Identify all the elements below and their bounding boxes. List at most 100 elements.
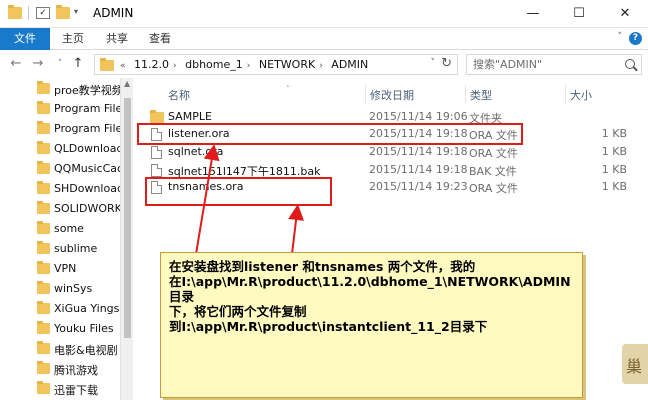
title-bar: ✓ ▾ ADMIN — ☐ ✕ xyxy=(0,0,648,28)
tab-share[interactable]: 共享 xyxy=(94,28,140,50)
folder-icon xyxy=(37,121,50,134)
sidebar-item-label: proe教学视频 xyxy=(54,84,120,97)
folder-icon xyxy=(100,58,114,71)
ribbon-tabs: 文件 主页 共享 查看 ˅ ? xyxy=(0,28,648,50)
file-name: sqlnet.ora xyxy=(168,145,224,158)
window-title: ADMIN xyxy=(93,6,134,20)
sidebar-item[interactable]: QLDownload xyxy=(0,138,120,158)
column-header-type[interactable]: 类型 xyxy=(466,85,566,103)
folder-icon xyxy=(37,221,50,234)
chevron-right-icon[interactable]: › xyxy=(319,61,323,71)
tab-home[interactable]: 主页 xyxy=(50,28,96,50)
sidebar-item[interactable]: QQMusicCache xyxy=(0,158,120,178)
file-row-sqlnet[interactable]: sqlnet.ora 2015/11/14 19:18 ORA 文件 1 KB xyxy=(134,143,648,161)
sidebar-item-label: winSys xyxy=(54,282,93,295)
column-header-name[interactable]: ˄ 名称 xyxy=(164,85,366,103)
chevron-down-icon[interactable]: ˅ xyxy=(431,58,436,68)
file-type: ORA 文件 xyxy=(469,147,518,160)
chevron-right-icon[interactable]: › xyxy=(173,61,177,71)
file-type: ORA 文件 xyxy=(469,182,518,195)
divider xyxy=(28,6,29,20)
sidebar-item-label: VPN xyxy=(54,262,77,275)
tab-view[interactable]: 查看 xyxy=(137,28,183,50)
address-bar[interactable]: « 11.2.0 › dbhome_1 › NETWORK › ADMIN ˅ ↻ xyxy=(94,54,458,75)
sidebar-item-label: Youku Files xyxy=(54,322,114,335)
sidebar-item[interactable]: some xyxy=(0,218,120,238)
note-line: 到I:\app\Mr.R\product\instantclient_11_2目… xyxy=(169,319,488,334)
overflow-chevron-icon[interactable]: « xyxy=(120,61,126,71)
sidebar-item-label: SHDownload xyxy=(54,182,120,195)
column-header-size[interactable]: 大小 xyxy=(566,85,648,103)
folder-icon xyxy=(37,141,50,154)
folder-icon xyxy=(37,341,50,354)
sidebar-item-label: QQMusicCache xyxy=(54,162,120,175)
scroll-up-icon[interactable]: ▲ xyxy=(124,79,130,88)
column-header-date[interactable]: 修改日期 xyxy=(366,85,466,103)
sidebar-item[interactable]: proe教学视频 xyxy=(0,78,120,98)
chevron-right-icon[interactable]: › xyxy=(247,61,251,71)
folder-icon xyxy=(37,381,50,394)
up-button[interactable]: ↑ xyxy=(70,55,86,73)
folder-icon xyxy=(37,161,50,174)
breadcrumb-item[interactable]: NETWORK xyxy=(259,58,315,71)
search-box[interactable] xyxy=(466,54,642,75)
sidebar-item[interactable]: XiGua Yingshi xyxy=(0,298,120,318)
sidebar-item[interactable]: SHDownload xyxy=(0,178,120,198)
breadcrumb-item[interactable]: dbhome_1 xyxy=(185,58,243,71)
note-line: 在I:\app\Mr.R\product\11.2.0\dbhome_1\NET… xyxy=(169,274,571,304)
breadcrumb-item[interactable]: 11.2.0 xyxy=(134,58,169,71)
sidebar-item[interactable]: Program Files xyxy=(0,98,120,118)
folder-icon xyxy=(37,281,50,294)
folder-icon xyxy=(8,5,22,19)
sidebar-item[interactable]: Youku Files xyxy=(0,318,120,338)
recent-locations-button[interactable]: ˅ xyxy=(52,55,68,73)
maximize-button[interactable]: ☐ xyxy=(556,0,602,28)
new-folder-icon[interactable] xyxy=(56,5,70,19)
help-icon[interactable]: ? xyxy=(629,32,642,45)
search-input[interactable] xyxy=(473,58,613,71)
column-header-label: 名称 xyxy=(168,89,190,102)
highlight-box-listener xyxy=(137,123,523,145)
sidebar-item-label: XiGua Yingshi xyxy=(54,302,120,315)
forward-button[interactable]: → xyxy=(30,55,46,73)
sidebar-scrollbar[interactable]: ▲ xyxy=(120,78,133,400)
sidebar-item-label: 腾讯游戏 xyxy=(54,364,98,377)
search-icon[interactable] xyxy=(625,59,635,69)
sidebar-item-label: sublime xyxy=(54,242,98,255)
sidebar-item[interactable]: 腾讯游戏 xyxy=(0,358,120,378)
column-header-label: 类型 xyxy=(470,89,492,102)
tab-file[interactable]: 文件 xyxy=(0,28,50,50)
close-button[interactable]: ✕ xyxy=(602,0,648,28)
breadcrumb-item[interactable]: ADMIN xyxy=(331,58,368,71)
file-type: BAK 文件 xyxy=(469,165,517,178)
file-date: 2015/11/14 19:18 xyxy=(369,145,468,158)
sort-ascending-icon: ˄ xyxy=(286,85,290,93)
refresh-icon[interactable]: ↻ xyxy=(441,56,452,71)
file-size: 1 KB xyxy=(601,145,627,158)
file-size: 1 KB xyxy=(601,180,627,193)
scrollbar-thumb[interactable] xyxy=(124,98,131,338)
sidebar-item[interactable]: Program Files xyxy=(0,118,120,138)
properties-icon[interactable]: ✓ xyxy=(36,7,50,19)
folder-icon xyxy=(37,321,50,334)
chevron-down-icon[interactable]: ˅ xyxy=(618,32,623,42)
folder-icon xyxy=(150,110,164,123)
sidebar-item[interactable]: 电影&电视剧 xyxy=(0,338,120,358)
folder-icon xyxy=(37,301,50,314)
minimize-button[interactable]: — xyxy=(510,0,556,28)
breadcrumb: « 11.2.0 › dbhome_1 › NETWORK › ADMIN xyxy=(120,58,372,71)
quick-access-dropdown-icon[interactable]: ▾ xyxy=(74,7,78,16)
sidebar-item[interactable]: SOLIDWORKS xyxy=(0,198,120,218)
sidebar-item[interactable]: VPN xyxy=(0,258,120,278)
sidebar-item[interactable]: sublime xyxy=(0,238,120,258)
sidebar-item[interactable]: 迅雷下载 xyxy=(0,378,120,398)
folder-icon xyxy=(37,81,50,94)
folder-icon xyxy=(37,361,50,374)
sidebar-item-label: Program Files xyxy=(54,122,120,135)
sidebar-item-label: QLDownload xyxy=(54,142,120,155)
back-button[interactable]: ← xyxy=(8,55,24,73)
sidebar-item-label: some xyxy=(54,222,84,235)
sidebar-item[interactable]: winSys xyxy=(0,278,120,298)
folder-icon xyxy=(37,261,50,274)
file-date: 2015/11/14 19:06 xyxy=(369,110,468,123)
